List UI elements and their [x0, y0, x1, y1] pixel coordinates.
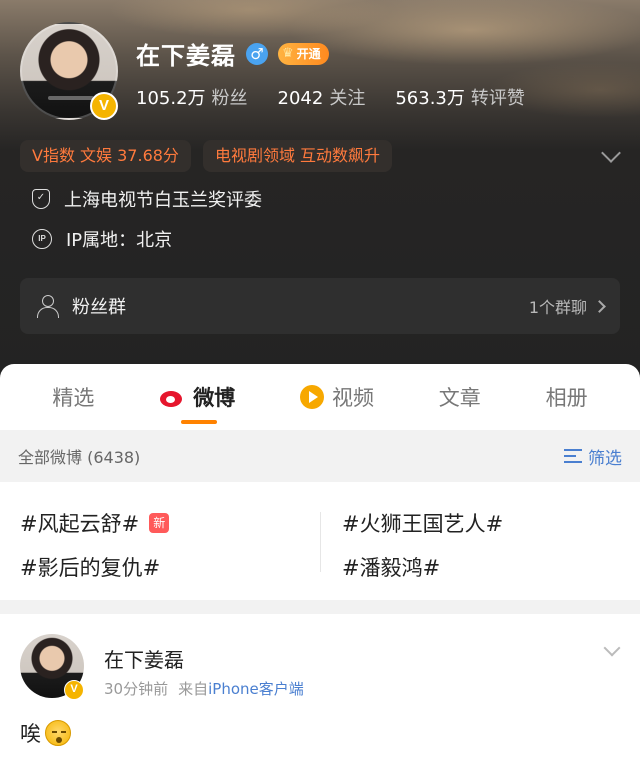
stat-engagements-label: 转评赞: [470, 88, 525, 109]
male-gender-icon: ♂: [246, 42, 268, 65]
tab-video-label: 视频: [331, 386, 374, 410]
weibo-logo-icon: [159, 386, 185, 408]
fans-group-count: 1个群聊: [528, 294, 606, 318]
new-badge: 新: [149, 513, 170, 533]
profile-tabs: 精选 微博 视频 文章 相册: [0, 364, 640, 430]
avatar-shirt-print: [48, 96, 94, 100]
filter-button[interactable]: 筛选: [564, 444, 622, 469]
post-meta: 30分钟前 来自iPhone客户端: [104, 678, 304, 699]
topic-tag[interactable]: #火狮王国艺人#: [342, 508, 503, 538]
v-index-chip[interactable]: V指数 文娱 37.68分: [20, 140, 191, 172]
stat-following-num: 2042: [277, 88, 324, 109]
shield-icon: ✓: [32, 189, 50, 209]
topic-tag[interactable]: #影后的复仇#: [20, 552, 160, 582]
ip-location-text: IP属地：北京: [66, 230, 173, 251]
post-time: 30分钟前: [104, 680, 169, 698]
vip-open-label: 开通: [296, 47, 321, 61]
topic-tag-text: #火狮王国艺人#: [342, 512, 504, 536]
stat-engagements-num: 563.3万: [395, 88, 465, 109]
tab-featured[interactable]: 精选: [52, 364, 94, 430]
post-source: 来自iPhone客户端: [178, 678, 304, 699]
honor-row: ✓ 上海电视节白玉兰奖评委: [32, 186, 262, 212]
stat-engagements[interactable]: 563.3万 转评赞: [395, 84, 525, 110]
tab-articles-label: 文章: [438, 386, 481, 410]
honor-text: 上海电视节白玉兰奖评委: [64, 190, 262, 211]
stat-following[interactable]: 2042 关注: [278, 84, 366, 110]
tab-video[interactable]: 视频: [299, 364, 374, 430]
topic-tag-text: #潘毅鸿#: [342, 556, 441, 580]
people-icon: [36, 295, 64, 318]
topic-tags: #风起云舒# 新 #火狮王国艺人# #影后的复仇# #潘毅鸿#: [0, 482, 640, 600]
verified-badge-icon: V: [64, 680, 84, 700]
sigh-emoji-icon: [45, 720, 71, 746]
filter-icon: [564, 449, 582, 463]
vip-open-button[interactable]: ♛ 开通: [278, 42, 329, 65]
chevron-right-icon: [593, 299, 606, 313]
tab-albums-label: 相册: [545, 386, 588, 410]
fans-group-label: 粉丝群: [72, 297, 126, 318]
ip-location-row: IP IP属地：北京: [32, 226, 172, 252]
expand-chevron-down-icon[interactable]: [601, 143, 621, 163]
profile-name-row: 在下姜磊 ♂ ♛ 开通: [136, 36, 329, 71]
all-posts-count: 全部微博 (6438): [18, 448, 141, 467]
crown-icon: ♛: [282, 46, 294, 61]
post-text: 唉: [20, 718, 71, 748]
topic-tag[interactable]: #风起云舒# 新: [20, 508, 170, 538]
tab-articles[interactable]: 文章: [439, 364, 481, 430]
post-card: V 在下姜磊 30分钟前 来自iPhone客户端 唉: [0, 614, 640, 771]
profile-name: 在下姜磊: [136, 42, 236, 70]
ip-icon: IP: [32, 229, 52, 249]
fans-group-bar[interactable]: 粉丝群 1个群聊: [20, 278, 620, 334]
post-source-link[interactable]: iPhone客户端: [208, 680, 304, 698]
tab-weibo-label: 微博: [193, 386, 236, 410]
filter-label: 筛选: [588, 448, 622, 469]
tab-weibo[interactable]: 微博: [159, 364, 235, 430]
topic-tag-text: #影后的复仇#: [20, 556, 161, 580]
verified-badge-icon: V: [90, 92, 118, 120]
post-author-name[interactable]: 在下姜磊: [104, 644, 184, 673]
profile-stats: 105.2万 粉丝 2042 关注 563.3万 转评赞: [136, 84, 525, 110]
fans-group-count-text: 1个群聊: [528, 298, 587, 317]
filter-bar: 全部微博 (6438) 筛选: [0, 430, 640, 482]
stat-following-label: 关注: [329, 88, 366, 109]
stat-followers-label: 粉丝: [211, 88, 248, 109]
stat-followers[interactable]: 105.2万 粉丝: [136, 84, 248, 110]
stat-followers-num: 105.2万: [136, 88, 206, 109]
tab-albums[interactable]: 相册: [546, 364, 588, 430]
divider: [320, 512, 321, 572]
domain-chip[interactable]: 电视剧领域 互动数飙升: [202, 140, 393, 172]
post-text-content: 唉: [20, 722, 41, 746]
topic-tag-text: #风起云舒#: [20, 512, 140, 536]
tab-featured-label: 精选: [52, 386, 95, 410]
topic-tag[interactable]: #潘毅鸿#: [342, 552, 440, 582]
post-source-prefix: 来自: [178, 680, 209, 698]
profile-chips: V指数 文娱 37.68分 电视剧领域 互动数飙升: [20, 140, 393, 172]
profile-header: V 在下姜磊 ♂ ♛ 开通 105.2万 粉丝 2042 关注 563.3万 转评赞 …: [0, 0, 640, 380]
video-icon: [299, 385, 324, 409]
post-menu-chevron-icon[interactable]: [603, 639, 621, 657]
